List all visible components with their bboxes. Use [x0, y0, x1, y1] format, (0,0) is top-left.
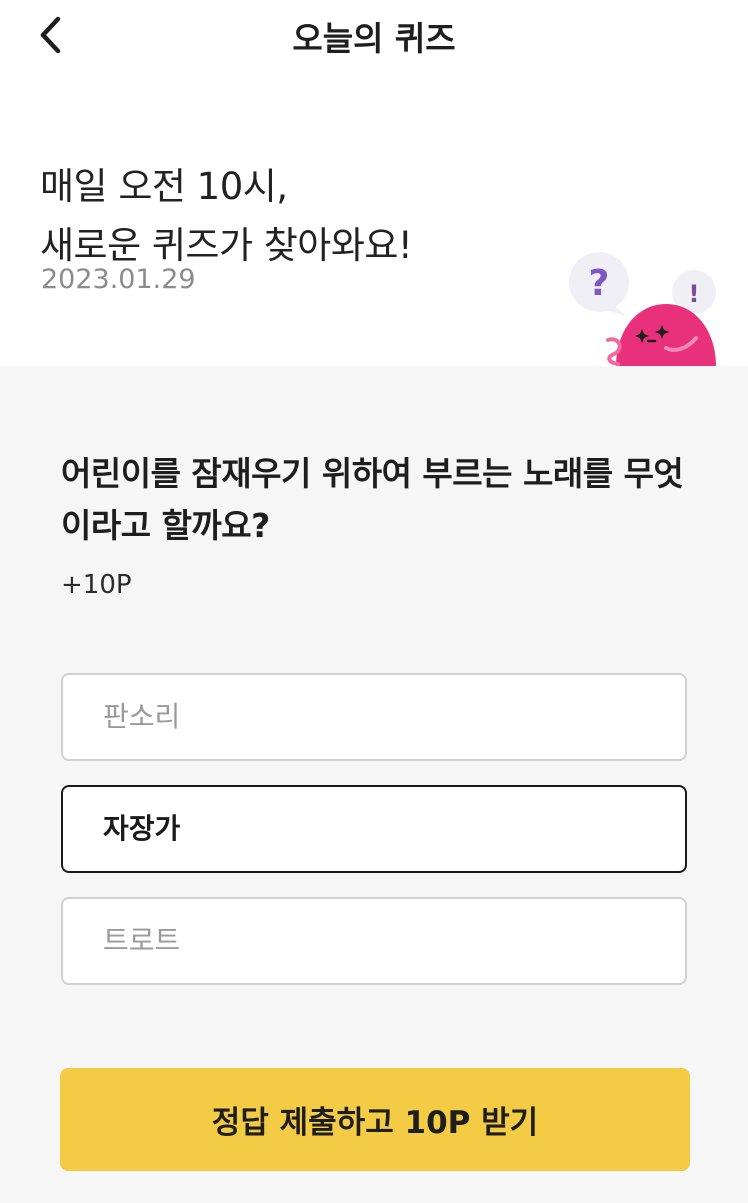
page-title: 오늘의 퀴즈: [292, 19, 456, 58]
intro-line-1: 매일 오전 10시,: [40, 165, 288, 208]
question-bubble-icon: ?: [569, 252, 629, 316]
quiz-page: 오늘의 퀴즈 매일 오전 10시, 새로운 퀴즈가 찾아와요! 2023.01.…: [0, 0, 748, 1203]
answer-option-trot[interactable]: 트로트: [61, 897, 687, 985]
answer-option-label: 트로트: [103, 924, 181, 957]
submit-answer-button[interactable]: 정답 제출하고 10P 받기: [60, 1068, 690, 1171]
answer-option-label: 자장가: [103, 812, 181, 845]
top-app-bar: 오늘의 퀴즈: [0, 0, 748, 70]
quiz-date: 2023.01.29: [41, 264, 196, 295]
quiz-question: 어린이를 잠재우기 위하여 부르는 노래를 무엇이라고 할까요?: [61, 454, 684, 545]
reward-points: +10P: [61, 570, 132, 600]
pink-character-icon: [606, 304, 716, 366]
intro-section: 매일 오전 10시, 새로운 퀴즈가 찾아와요! 2023.01.29 ? !: [0, 70, 748, 366]
answer-option-pansori[interactable]: 판소리: [61, 673, 687, 761]
question-mark: ?: [589, 263, 610, 304]
answer-option-jajangga[interactable]: 자장가: [61, 785, 687, 873]
quiz-mascot-illustration: ? !: [569, 252, 716, 366]
answer-option-label: 판소리: [103, 700, 181, 733]
intro-line-2: 새로운 퀴즈가 찾아와요!: [40, 224, 413, 267]
quiz-section: 어린이를 잠재우기 위하여 부르는 노래를 무엇이라고 할까요? +10P 판소…: [0, 366, 748, 1203]
exclamation-mark: !: [689, 280, 700, 308]
